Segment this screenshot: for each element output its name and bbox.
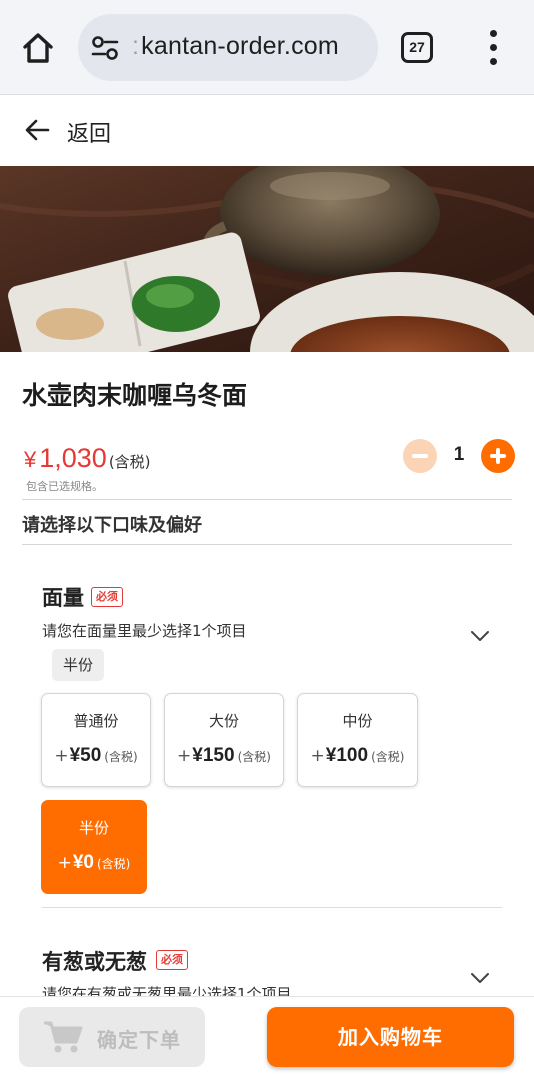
required-badge: 必须 [156,950,188,970]
chevron-down-icon[interactable] [470,969,490,983]
quantity-decrease-button[interactable] [403,439,437,473]
option-large-portion[interactable]: 大份 +¥150 (含税) [164,693,284,787]
selected-option-chip: 半份 [52,649,104,681]
add-to-cart-button[interactable]: 加入购物车 [267,1007,514,1067]
option-normal-portion[interactable]: 普通份 +¥50 (含税) [41,693,151,787]
url-text[interactable]: kantan-order.com [132,32,339,61]
option-medium-portion[interactable]: 中份 +¥100 (含税) [297,693,418,787]
quantity-increase-button[interactable] [481,439,515,473]
option-half-portion[interactable]: 半份 +¥0 (含税) [41,800,147,894]
arrow-left-icon[interactable] [24,118,50,142]
home-icon[interactable] [18,28,58,68]
cart-icon [43,1020,83,1054]
product-title: 水壶肉末咖喱乌冬面 [22,381,248,410]
tax-label: (含税) [108,453,151,471]
product-price: ¥1,030 [24,443,107,473]
tab-switcher-icon[interactable]: 27 [401,32,433,63]
product-image [0,166,534,352]
back-button[interactable]: 返回 [67,116,111,148]
quantity-value: 1 [453,444,465,465]
back-bar: 返回 [0,96,534,166]
option-group-title: 面量 [42,586,84,610]
site-settings-icon[interactable] [90,34,120,62]
chevron-down-icon[interactable] [470,627,490,641]
preferences-heading: 请选择以下口味及偏好 [22,515,202,536]
confirm-order-button[interactable]: 确定下单 [19,1007,205,1067]
divider [42,907,502,908]
price-note: 包含已选规格。 [26,480,103,493]
option-group-title: 有葱或无葱 [42,950,147,974]
divider [22,499,512,500]
option-group-description: 请您在面量里最少选择1个项目 [42,622,247,640]
bottom-action-bar: 确定下单 加入购物车 [0,996,534,1080]
divider [22,544,512,545]
required-badge: 必须 [91,587,123,607]
more-vert-icon[interactable] [482,30,506,66]
address-bar[interactable]: kantan-order.com [78,14,378,81]
price-row: ¥1,030 (含税) [24,443,151,474]
browser-toolbar: kantan-order.com 27 [0,0,534,95]
